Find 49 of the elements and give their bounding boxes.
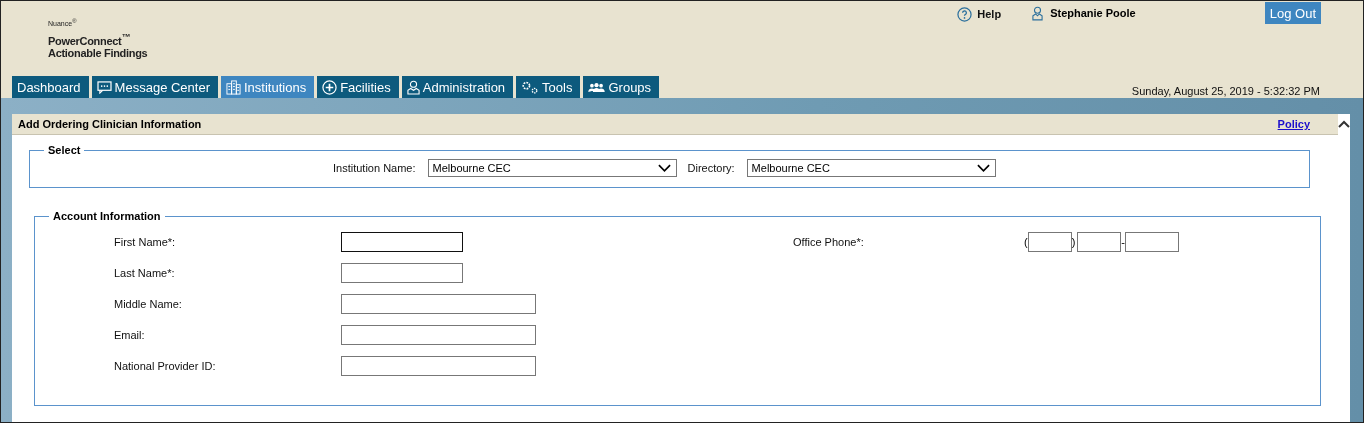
nav-tab[interactable]: Administration: [401, 76, 514, 98]
input-field[interactable]: [341, 293, 536, 314]
input-field[interactable]: [341, 262, 463, 283]
nav-tab[interactable]: Groups: [583, 76, 660, 98]
field-label: First Name*:: [114, 235, 177, 248]
chat-icon: [96, 80, 112, 94]
nav-tab[interactable]: Institutions: [221, 76, 315, 98]
group-legend: Select: [44, 144, 85, 156]
help-link[interactable]: Help: [977, 8, 1002, 20]
group-legend: Account Information: [49, 210, 165, 222]
field-label: Directory:: [687, 162, 735, 174]
area-code-field[interactable]: [1027, 231, 1072, 252]
nav-tab[interactable]: Tools: [516, 76, 581, 98]
help-icon[interactable]: [957, 7, 973, 22]
plus-icon: [322, 79, 338, 95]
field-label: Last Name*:: [114, 266, 176, 279]
phone-bracket: ): [1071, 235, 1076, 248]
chevron-down-icon: [976, 164, 990, 172]
dropdown[interactable]: Melbourne CEC: [746, 159, 996, 177]
nav-tab[interactable]: Facilities: [317, 76, 399, 98]
nav-tab[interactable]: Dashboard: [12, 76, 89, 98]
panel-title: Add Ordering Clinician Information: [18, 118, 202, 130]
phone-dash: -: [1121, 235, 1125, 248]
scroll-up-icon[interactable]: [1338, 120, 1350, 128]
nav-tab[interactable]: Message Center: [91, 76, 218, 98]
people-icon: [588, 81, 606, 93]
logout-button[interactable]: Log Out: [1264, 2, 1321, 24]
input-field[interactable]: [341, 355, 536, 376]
date-time: Sunday, August 25, 2019 - 5:32:32 PM: [1131, 85, 1320, 98]
field-label: National Provider ID:: [114, 359, 217, 372]
input-field[interactable]: [341, 231, 463, 252]
phone-bracket: (: [1024, 235, 1028, 248]
user-name: Stephanie Poole: [1050, 7, 1136, 19]
phone-prefix-field[interactable]: [1077, 231, 1122, 252]
product-name: PowerConnect$^{™}$: [48, 31, 132, 47]
user-icon: [406, 79, 420, 95]
product-name: Actionable Findings: [48, 47, 148, 59]
building-icon: [226, 79, 241, 95]
field-label: Middle Name:: [114, 297, 183, 310]
input-field[interactable]: [341, 324, 536, 345]
field-label: Institution Name:: [333, 162, 416, 174]
user-icon: [1032, 6, 1044, 21]
dropdown[interactable]: Melbourne CEC: [427, 159, 677, 177]
chevron-down-icon: [657, 164, 671, 172]
gear-icon: [521, 79, 540, 95]
field-label: Office Phone*:: [793, 235, 865, 248]
field-label: Email:: [114, 328, 146, 341]
policy-link[interactable]: Policy: [1277, 118, 1310, 130]
phone-line-field[interactable]: [1125, 231, 1179, 252]
